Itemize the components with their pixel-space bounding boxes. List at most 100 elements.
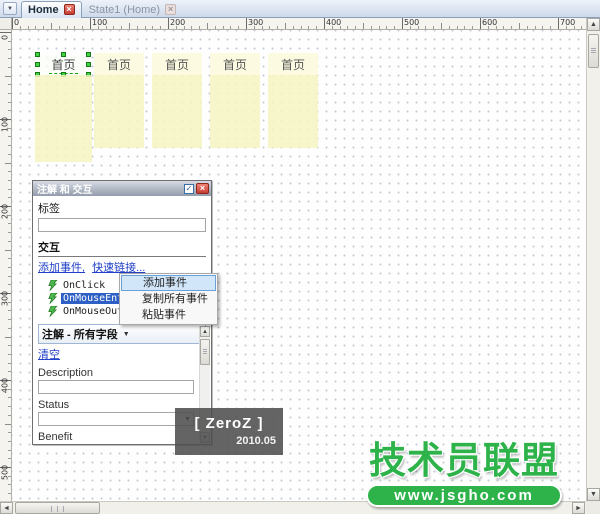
vruler-label: 500 <box>0 464 10 481</box>
hruler-tick <box>355 26 357 29</box>
note-widget[interactable] <box>35 75 92 162</box>
hruler-tick <box>324 18 325 29</box>
chevron-down-icon: ▼ <box>7 5 13 12</box>
watermark-title: [ ZeroZ ] <box>194 415 264 432</box>
selection-handle[interactable] <box>35 52 40 57</box>
note-widget[interactable]: 首页 <box>152 53 202 148</box>
field-input[interactable] <box>38 380 194 394</box>
hruler-tick <box>136 26 138 29</box>
field-select[interactable]: ▼ <box>38 412 194 426</box>
hruler-tick <box>519 23 520 29</box>
scroll-up-icon[interactable]: ▲ <box>200 326 210 337</box>
field-select[interactable]: ▼ <box>38 444 194 445</box>
vruler-tick <box>8 171 11 173</box>
thumb-grip <box>591 52 596 53</box>
vruler-label: 200 <box>0 203 10 220</box>
selection-handle[interactable] <box>86 52 91 57</box>
vruler-label: 300 <box>0 290 10 307</box>
close-icon[interactable]: × <box>196 183 209 194</box>
tab-home[interactable]: Home × <box>21 0 82 18</box>
vruler-tick <box>8 66 11 68</box>
vruler-tick <box>8 449 11 451</box>
selection-handle[interactable] <box>35 62 40 67</box>
vertical-scrollbar[interactable]: ▲ ▼ <box>586 18 600 501</box>
scrollbar-corner <box>586 501 600 514</box>
hruler-tick <box>277 26 279 29</box>
hruler-tick <box>495 26 497 29</box>
note-label-selected[interactable]: 首页 <box>35 52 91 77</box>
thumb-grip <box>63 506 65 512</box>
hruler-tick <box>581 26 583 29</box>
hruler-tick <box>409 26 411 29</box>
hruler-tick <box>129 23 130 29</box>
hruler-tick <box>347 26 349 29</box>
note-widget[interactable]: 首页 <box>268 53 318 148</box>
hruler-tick <box>339 26 341 29</box>
vruler-tick <box>8 345 11 347</box>
selection-handle[interactable] <box>60 52 66 57</box>
note-label: 首页 <box>94 53 144 75</box>
context-menu-item[interactable]: 复制所有事件 <box>121 291 216 307</box>
vruler-label: 400 <box>0 377 10 394</box>
context-menu-item[interactable]: 添加事件 <box>121 275 216 291</box>
add-event-link[interactable]: 添加事件, <box>38 262 85 274</box>
hruler-tick <box>565 26 567 29</box>
hruler-tick <box>160 26 162 29</box>
scrollbar-thumb[interactable] <box>200 339 210 365</box>
vruler-tick <box>8 475 11 477</box>
vruler-tick <box>8 145 11 147</box>
scrollbar-thumb[interactable] <box>588 34 599 68</box>
field-label: Benefit <box>38 431 73 443</box>
hruler-tick <box>144 26 146 29</box>
hruler-tick <box>113 26 115 29</box>
note-label: 首页 <box>152 53 202 75</box>
interaction-section-header: 交互 <box>38 239 206 257</box>
scroll-up-icon[interactable]: ▲ <box>587 18 600 31</box>
scroll-left-icon[interactable]: ◄ <box>0 502 13 514</box>
panel-titlebar[interactable]: 注解 和 交互 ✓ × <box>33 181 211 196</box>
close-icon[interactable]: × <box>165 4 177 15</box>
hruler-tick <box>43 26 45 29</box>
scrollbar-thumb[interactable] <box>15 502 100 514</box>
vruler-tick <box>8 362 11 364</box>
hruler-tick <box>573 26 575 29</box>
hruler-tick <box>222 26 224 29</box>
hruler-tick <box>105 26 107 29</box>
annotation-header-label: 注解 - 所有字段 <box>42 329 118 341</box>
thumb-grip <box>50 506 52 512</box>
context-menu-item[interactable]: 粘贴事件 <box>121 307 216 323</box>
selection-handle[interactable] <box>86 62 91 67</box>
event-name[interactable]: OnClick <box>61 280 107 291</box>
vruler-tick <box>5 249 11 251</box>
vruler-label: 0 <box>0 34 10 41</box>
label-section-title: 标签 <box>38 203 60 215</box>
hruler-tick <box>402 18 403 29</box>
checkmark-icon[interactable]: ✓ <box>184 183 194 194</box>
hruler-tick <box>370 26 372 29</box>
thumb-grip <box>591 50 596 51</box>
hruler-tick <box>27 26 29 29</box>
scroll-down-icon[interactable]: ▼ <box>587 488 600 501</box>
note-label-text: 首页 <box>280 57 305 72</box>
close-icon[interactable]: × <box>63 4 75 15</box>
vruler-tick <box>8 101 11 103</box>
hruler-tick <box>12 18 13 29</box>
annotation-section-header[interactable]: 注解 - 所有字段 ▼ <box>38 324 206 344</box>
label-input[interactable] <box>38 218 206 232</box>
context-menu: 添加事件 复制所有事件 粘贴事件 <box>119 273 218 325</box>
clear-link[interactable]: 清空 <box>38 349 60 361</box>
hruler-tick <box>238 26 240 29</box>
note-label: 首页 <box>210 53 260 75</box>
note-widget[interactable]: 首页 <box>210 53 260 148</box>
scroll-right-icon[interactable]: ► <box>572 502 585 514</box>
hruler-tick <box>441 23 442 29</box>
event-lightning-icon <box>48 279 58 291</box>
tab-bar: ▼ Home × State1 (Home) × <box>0 0 600 18</box>
hruler-tick <box>316 26 318 29</box>
note-widget[interactable]: 首页 <box>94 53 144 148</box>
tab-list-dropdown-button[interactable]: ▼ <box>3 2 17 15</box>
tab-state1-home[interactable]: State1 (Home) × <box>82 1 184 18</box>
hruler-tick <box>74 26 76 29</box>
event-name[interactable]: OnMouseOut <box>61 306 125 317</box>
vertical-ruler: 0100200300400500600 <box>0 30 12 501</box>
